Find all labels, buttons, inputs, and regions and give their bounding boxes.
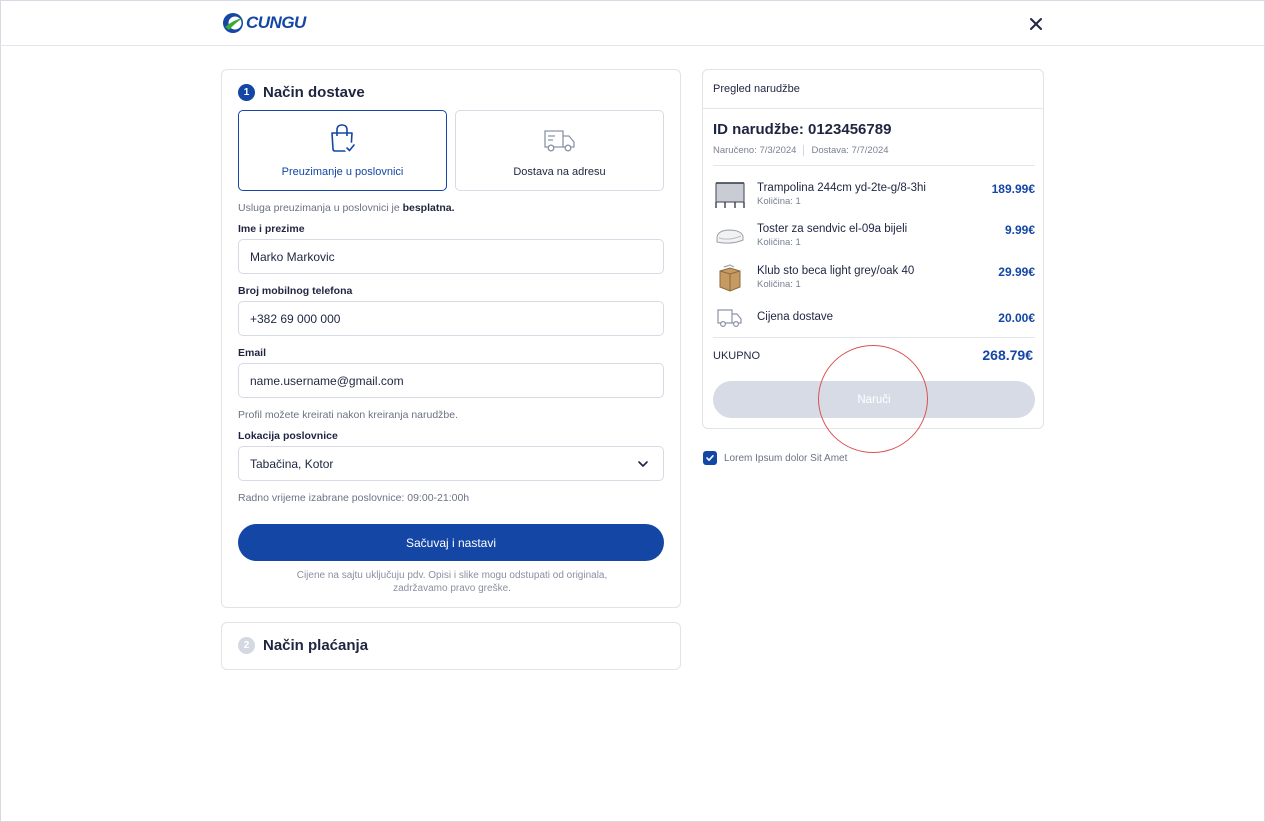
profile-note: Profil možete kreirati nakon kreiranja n… [238,409,459,421]
coffee-table-icon [719,264,741,292]
location-selected-value: Tabačina, Kotor [250,456,334,471]
checkmark-icon [706,455,714,461]
shipping-label: Cijena dostave [757,311,834,323]
step-number-badge: 2 [238,637,255,654]
delivery-date: Dostava: 7/7/2024 [811,145,889,156]
location-select[interactable]: Tabačina, Kotor [238,446,664,481]
step-number-badge: 1 [238,84,255,101]
shipping-row: Cijena dostave 20.00€ [713,302,1035,336]
location-label: Lokacija poslovnice [238,430,338,442]
home-delivery-option-label: Dostava na adresu [513,166,606,178]
item-price: 9.99€ [1004,223,1035,237]
divider [713,337,1035,338]
pickup-free-note: Usluga preuzimanja u poslovnici je bespl… [238,202,455,214]
delivery-step-title: Način dostave [263,84,365,101]
close-icon[interactable] [1027,15,1045,33]
phone-input[interactable]: +382 69 000 000 [238,301,664,336]
top-bar: CUNGU [0,0,1265,46]
terms-checkbox[interactable] [703,451,717,465]
item-quantity: Količina: 1 [757,237,801,248]
order-summary-title: Pregled narudžbe [713,83,800,95]
item-name: Toster za sendvic el-09a bijeli [757,223,908,235]
total-value: 268.79€ [982,347,1033,363]
terms-checkbox-row[interactable]: Lorem Ipsum dolor Sit Amet [703,451,847,465]
delivery-truck-icon [543,130,575,152]
payment-method-card[interactable]: 2 Način plaćanja [221,622,681,670]
terms-label: Lorem Ipsum dolor Sit Amet [724,452,848,464]
delivery-truck-icon [717,309,742,328]
item-name: Klub sto beca light grey/oak 40 [757,265,915,277]
home-delivery-option[interactable]: Dostava na adresu [455,110,664,191]
total-label: UKUPNO [713,350,761,362]
pickup-note-text: Usluga preuzimanja u poslovnici je [238,202,403,214]
sandwich-toaster-icon [716,229,744,244]
item-quantity: Količina: 1 [757,196,801,207]
working-hours-note: Radno vrijeme izabrane poslovnice: 09:00… [238,492,470,504]
disclaimer-line-1: Cijene na sajtu uključuju pdv. Opisi i s… [296,570,608,581]
item-price: 189.99€ [991,182,1035,196]
name-label: Ime i prezime [238,223,305,235]
order-item: Klub sto beca light grey/oak 40 Količina… [713,263,1035,297]
logo-text: CUNGU [246,13,306,32]
delivery-method-card: 1 Način dostave Preuzimanje u poslovnici… [221,69,681,608]
payment-step-title: Način plaćanja [263,637,369,654]
logo-mark-icon [223,13,243,33]
pickup-option-label: Preuzimanje u poslovnici [281,166,404,178]
price-disclaimer: Cijene na sajtu uključuju pdv. Opisi i s… [262,569,642,595]
order-dates: Naručeno: 7/3/2024 Dostava: 7/7/2024 [713,145,889,156]
order-item: Toster za sendvic el-09a bijeli Količina… [713,221,1035,255]
divider [713,165,1035,166]
payment-step-header[interactable]: 2 Način plaćanja [238,637,368,654]
item-name: Trampolina 244cm yd-2te-g/8-3hi [757,182,926,194]
order-summary-header: Pregled narudžbe [703,70,1043,109]
item-price: 29.99€ [998,265,1035,279]
shipping-price: 20.00€ [998,311,1035,325]
pickup-option[interactable]: Preuzimanje u poslovnici [238,110,447,191]
chevron-down-icon [638,461,648,467]
email-input[interactable]: name.username@gmail.com [238,363,664,398]
save-and-continue-button[interactable]: Sačuvaj i nastavi [238,524,664,561]
ordered-date: Naručeno: 7/3/2024 [713,145,797,156]
phone-label: Broj mobilnog telefona [238,285,353,297]
order-summary-card: Pregled narudžbe ID narudžbe: 0123456789… [702,69,1044,429]
delivery-step-header[interactable]: 1 Način dostave [238,84,365,101]
order-item: Trampolina 244cm yd-2te-g/8-3hi Količina… [713,180,1035,214]
cungu-logo[interactable]: CUNGU [222,12,306,34]
order-id: ID narudžbe: 0123456789 [713,121,892,138]
email-label: Email [238,347,267,359]
shopping-bag-check-icon [330,124,355,154]
pickup-note-bold: besplatna. [402,202,455,214]
place-order-button[interactable]: Naruči [713,381,1035,418]
disclaimer-line-2: zadržavamo pravo greške. [393,583,511,594]
trampoline-icon [715,182,745,208]
date-separator [803,145,805,156]
name-input[interactable]: Marko Markovic [238,239,664,274]
item-quantity: Količina: 1 [757,279,801,290]
